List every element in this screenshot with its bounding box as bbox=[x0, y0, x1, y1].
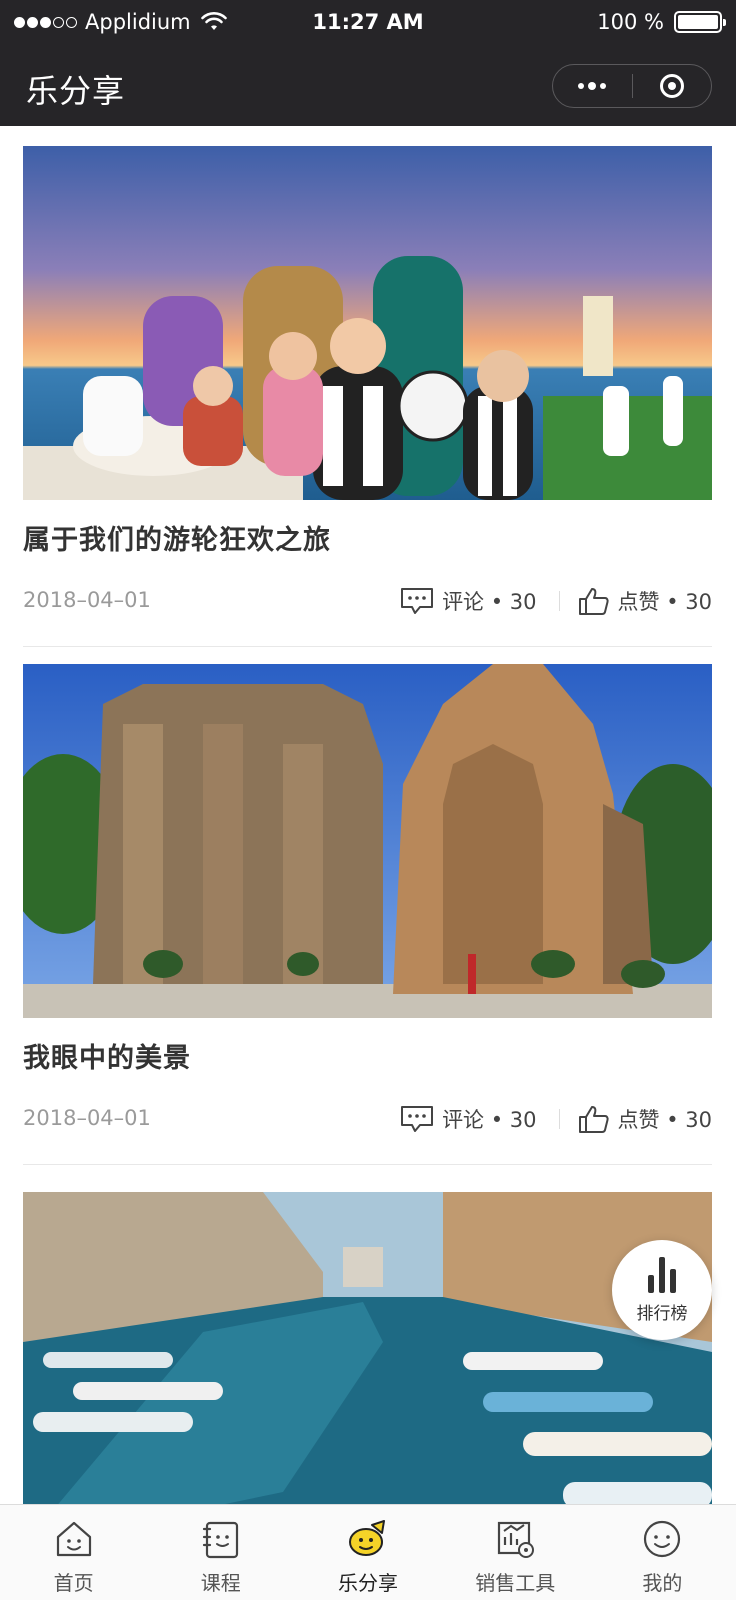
tab-course[interactable]: 课程 bbox=[147, 1505, 294, 1600]
page-title: 乐分享 bbox=[26, 72, 126, 110]
sales-tool-icon bbox=[498, 1521, 535, 1558]
target-icon bbox=[659, 74, 684, 98]
tab-label: 乐分享 bbox=[338, 1571, 398, 1595]
course-icon bbox=[202, 1521, 238, 1559]
more-button[interactable] bbox=[553, 65, 632, 107]
like-count: 点赞 • 30 bbox=[617, 1108, 712, 1132]
ranking-button[interactable]: 排行榜 bbox=[612, 1240, 712, 1340]
tab-profile[interactable]: 我的 bbox=[589, 1505, 736, 1600]
home-icon bbox=[56, 1521, 91, 1557]
post-card[interactable] bbox=[23, 1192, 712, 1504]
profile-icon bbox=[644, 1520, 681, 1558]
post-meta: 2018–04–01 评论 • 30 点赞 • 30 bbox=[23, 1102, 712, 1136]
battery-group: 100 % bbox=[597, 10, 726, 34]
post-actions: 评论 • 30 点赞 • 30 bbox=[400, 584, 712, 618]
post-image-canal bbox=[23, 1192, 712, 1504]
comment-count: 评论 • 30 bbox=[442, 590, 537, 614]
miniprogram-capsule bbox=[552, 64, 712, 108]
tab-label: 课程 bbox=[200, 1571, 241, 1595]
post-title[interactable]: 我眼中的美景 bbox=[23, 1036, 191, 1075]
like-button[interactable]: 点赞 • 30 bbox=[578, 1104, 712, 1134]
comment-button[interactable]: 评论 • 30 bbox=[400, 586, 537, 616]
post-card[interactable]: 我眼中的美景 2018–04–01 评论 • 30 点赞 • 30 bbox=[23, 664, 712, 1165]
tab-sales-tool[interactable]: 销售工具 bbox=[442, 1505, 589, 1600]
bar-chart-icon bbox=[648, 1256, 676, 1293]
post-actions: 评论 • 30 点赞 • 30 bbox=[400, 1102, 712, 1136]
more-dots-icon bbox=[578, 83, 585, 89]
thumbs-up-icon bbox=[578, 588, 609, 615]
like-button[interactable]: 点赞 • 30 bbox=[578, 586, 712, 616]
like-count: 点赞 • 30 bbox=[617, 590, 712, 614]
post-card[interactable]: 属于我们的游轮狂欢之旅 2018–04–01 评论 • 30 点赞 • 30 bbox=[23, 146, 712, 647]
status-bar: Applidium 11:27 AM 100 % bbox=[0, 0, 736, 48]
post-date: 2018–04–01 bbox=[23, 588, 151, 612]
tab-label: 首页 bbox=[53, 1571, 94, 1595]
post-image-temple bbox=[23, 664, 712, 1018]
tab-home[interactable]: 首页 bbox=[0, 1505, 147, 1600]
meta-divider bbox=[558, 1109, 560, 1129]
meta-divider bbox=[558, 591, 560, 611]
battery-percent: 100 % bbox=[597, 10, 664, 34]
comment-icon bbox=[401, 588, 434, 614]
post-date: 2018–04–01 bbox=[23, 1106, 151, 1130]
battery-icon bbox=[674, 11, 726, 33]
tab-share[interactable]: 乐分享 bbox=[294, 1505, 441, 1600]
thumbs-up-icon bbox=[578, 1106, 609, 1133]
nav-bar: 乐分享 bbox=[0, 48, 736, 126]
card-divider bbox=[23, 1164, 712, 1165]
post-title[interactable]: 属于我们的游轮狂欢之旅 bbox=[23, 518, 331, 557]
close-miniprogram-button[interactable] bbox=[633, 65, 712, 107]
comment-button[interactable]: 评论 • 30 bbox=[400, 1104, 537, 1134]
tab-bar: 首页 课程 乐分享 销售工具 我的 bbox=[0, 1504, 736, 1600]
comment-count: 评论 • 30 bbox=[442, 1108, 537, 1132]
post-image-cruise bbox=[23, 146, 712, 500]
ranking-label: 排行榜 bbox=[636, 1303, 688, 1324]
tab-label: 我的 bbox=[642, 1571, 683, 1595]
tab-label: 销售工具 bbox=[475, 1571, 556, 1595]
post-meta: 2018–04–01 评论 • 30 点赞 • 30 bbox=[23, 584, 712, 618]
comment-icon bbox=[401, 1106, 434, 1132]
card-divider bbox=[23, 646, 712, 647]
share-icon bbox=[349, 1520, 385, 1556]
